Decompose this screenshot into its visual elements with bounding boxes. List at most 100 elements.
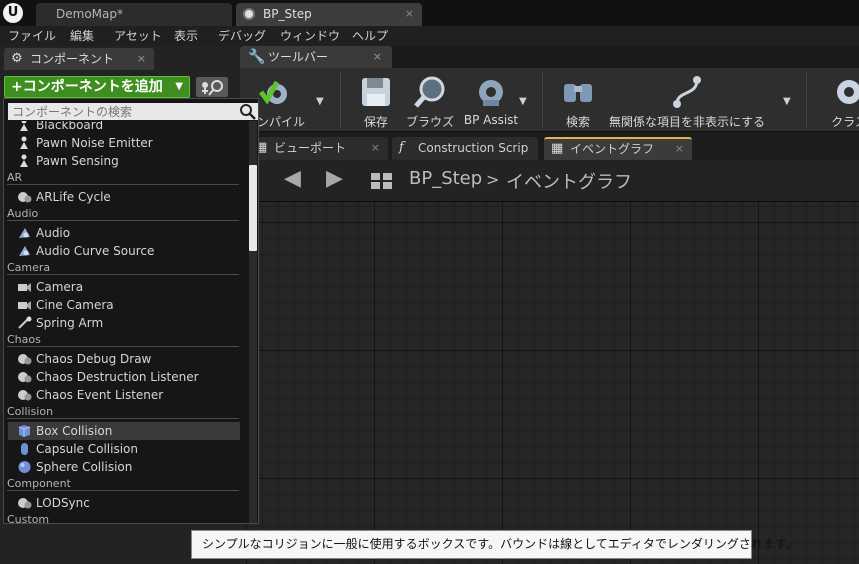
menu-help[interactable]: ヘルプ <box>352 27 388 45</box>
component-list-item[interactable]: Camera <box>8 278 240 296</box>
find-label: 検索 <box>565 115 590 129</box>
add-component-button[interactable]: +コンポーネントを追加 ▼ <box>4 76 190 98</box>
close-icon[interactable]: × <box>137 48 146 70</box>
close-icon[interactable]: × <box>675 139 684 159</box>
component-list-item-label: ARLife Cycle <box>36 190 111 204</box>
bp-assist-button[interactable]: BP Assist <box>460 68 522 132</box>
component-search-input[interactable] <box>8 103 258 120</box>
component-list-item[interactable]: Box Collision <box>8 422 240 440</box>
breadcrumb-graph: イベントグラフ <box>506 172 632 193</box>
blueprint-icon <box>243 8 255 20</box>
component-list-item[interactable]: Pawn Sensing <box>8 152 240 170</box>
component-list-item-label: LODSync <box>36 496 90 510</box>
tab-strip-background <box>392 46 859 68</box>
component-list-item-label: Cine Camera <box>36 298 114 312</box>
component-list-item[interactable]: Chaos Destruction Listener <box>8 368 240 386</box>
tab-components[interactable]: ⚙ コンポーネント × <box>4 48 154 70</box>
component-icon <box>18 372 32 383</box>
save-button[interactable]: 保存 <box>348 68 404 132</box>
breadcrumb-blueprint[interactable]: BP_Step <box>409 168 482 189</box>
add-component-dropdown: Blackboard Pawn Noise Emitter Pawn Sensing… <box>3 98 259 524</box>
component-list-item[interactable]: Audio Curve Source <box>8 242 240 260</box>
tab-construction-script[interactable]: f Construction Scrip <box>392 137 538 160</box>
menu-asset[interactable]: アセット <box>114 27 162 45</box>
component-list-item[interactable]: Audio <box>8 224 240 242</box>
class-settings-label: クラス <box>831 115 859 129</box>
component-list: Blackboard Pawn Noise Emitter Pawn Sensing… <box>4 121 248 523</box>
breadcrumb-separator: > <box>486 170 500 189</box>
component-list-item[interactable]: LODSync <box>8 494 240 512</box>
toolbar: コンパイル ▼ 保存 ブラウズ BP Assist ▼ 検索 無関係な項目を非表… <box>240 68 859 132</box>
close-icon[interactable]: × <box>373 46 382 68</box>
close-icon[interactable]: × <box>405 3 414 25</box>
component-list-item[interactable]: Spring Arm <box>8 314 240 332</box>
component-list-item[interactable]: Capsule Collision <box>8 440 240 458</box>
breadcrumb: ◀ ▶ BP_Step > イベントグラフ <box>240 160 859 202</box>
tab-toolbar[interactable]: 🔧 ツールバー × <box>240 46 392 68</box>
component-list-item-label: Blackboard <box>36 121 104 132</box>
box-collision-icon <box>18 425 31 437</box>
tab-viewport-label: ビューポート <box>274 141 347 155</box>
menu-edit[interactable]: 編集 <box>70 27 94 45</box>
component-list-item-label: Chaos Debug Draw <box>36 352 152 366</box>
component-list-item-label: Pawn Noise Emitter <box>36 136 153 150</box>
browse-button[interactable]: ブラウズ <box>402 68 458 132</box>
unreal-logo-icon: U <box>3 3 23 23</box>
component-list-item[interactable]: Pawn Noise Emitter <box>8 134 240 152</box>
save-label: 保存 <box>363 115 388 129</box>
compile-gear-icon <box>259 80 287 105</box>
menu-view[interactable]: 表示 <box>174 27 198 45</box>
graph-tab-strip: ▦ ビューポート × f Construction Scrip ▦ イベントグラ… <box>240 132 859 160</box>
pawn-icon <box>20 136 28 149</box>
forward-arrow-icon[interactable]: ▶ <box>326 166 343 191</box>
component-list-item-label: Pawn Sensing <box>36 154 119 168</box>
component-list-item-label: Box Collision <box>36 424 113 438</box>
tab-viewport[interactable]: ▦ ビューポート × <box>248 137 388 160</box>
component-list-item-label: Sphere Collision <box>36 460 133 474</box>
component-list-item-label: Audio <box>36 226 71 240</box>
menu-debug[interactable]: デバッグ <box>218 27 266 45</box>
hide-unrelated-options-caret-icon[interactable]: ▼ <box>783 96 791 107</box>
component-icon <box>18 498 32 509</box>
bp-assist-label: BP Assist <box>463 113 519 127</box>
menu-window[interactable]: ウィンドウ <box>280 27 340 45</box>
component-list-item[interactable]: Sphere Collision <box>8 458 240 476</box>
search-components-button[interactable] <box>196 77 228 97</box>
component-icon <box>18 192 32 203</box>
component-list-item[interactable]: Cine Camera <box>8 296 240 314</box>
chevron-down-icon: ▼ <box>175 81 183 92</box>
find-binoculars-icon <box>564 84 592 102</box>
class-settings-button[interactable]: クラス <box>814 68 859 132</box>
scrollbar-thumb[interactable] <box>249 165 257 251</box>
tab-bp-step[interactable]: BP_Step × <box>236 3 422 26</box>
bp-assist-options-caret-icon[interactable]: ▼ <box>519 96 527 107</box>
camera-icon <box>18 301 31 310</box>
bp-assist-gear-icon <box>479 80 503 106</box>
hide-unrelated-button[interactable]: 無関係な項目を非表示にする <box>606 68 768 132</box>
tab-construction-script-label: Construction Scrip <box>418 141 529 155</box>
save-disk-icon <box>362 78 390 106</box>
component-list-item-label: Spring Arm <box>36 316 104 330</box>
browse-label: ブラウズ <box>405 115 454 129</box>
component-list-item[interactable]: Blackboard <box>8 121 240 134</box>
tab-demomap-label: DemoMap* <box>56 7 123 21</box>
find-button[interactable]: 検索 <box>550 68 606 132</box>
event-graph-canvas[interactable] <box>240 202 859 564</box>
close-icon[interactable]: × <box>371 137 380 159</box>
tab-demomap[interactable]: DemoMap* <box>36 3 232 26</box>
back-arrow-icon[interactable]: ◀ <box>284 166 301 191</box>
component-category-header: Component <box>7 477 239 491</box>
pawn-icon <box>20 154 28 167</box>
component-list-item-label: Camera <box>36 280 84 294</box>
component-list-item[interactable]: Chaos Debug Draw <box>8 350 240 368</box>
class-settings-gear-icon <box>837 80 859 104</box>
tab-event-graph[interactable]: ▦ イベントグラフ × <box>544 137 692 160</box>
tab-components-label: コンポーネント <box>30 52 115 66</box>
compile-options-caret-icon[interactable]: ▼ <box>316 96 324 107</box>
component-list-item[interactable]: Chaos Event Listener <box>8 386 240 404</box>
toolbar-separator <box>340 72 341 128</box>
menu-file[interactable]: ファイル <box>8 27 56 45</box>
component-category-header: Audio <box>7 207 239 221</box>
title-bar: U DemoMap* BP_Step × <box>0 0 859 26</box>
component-list-item[interactable]: ARLife Cycle <box>8 188 240 206</box>
